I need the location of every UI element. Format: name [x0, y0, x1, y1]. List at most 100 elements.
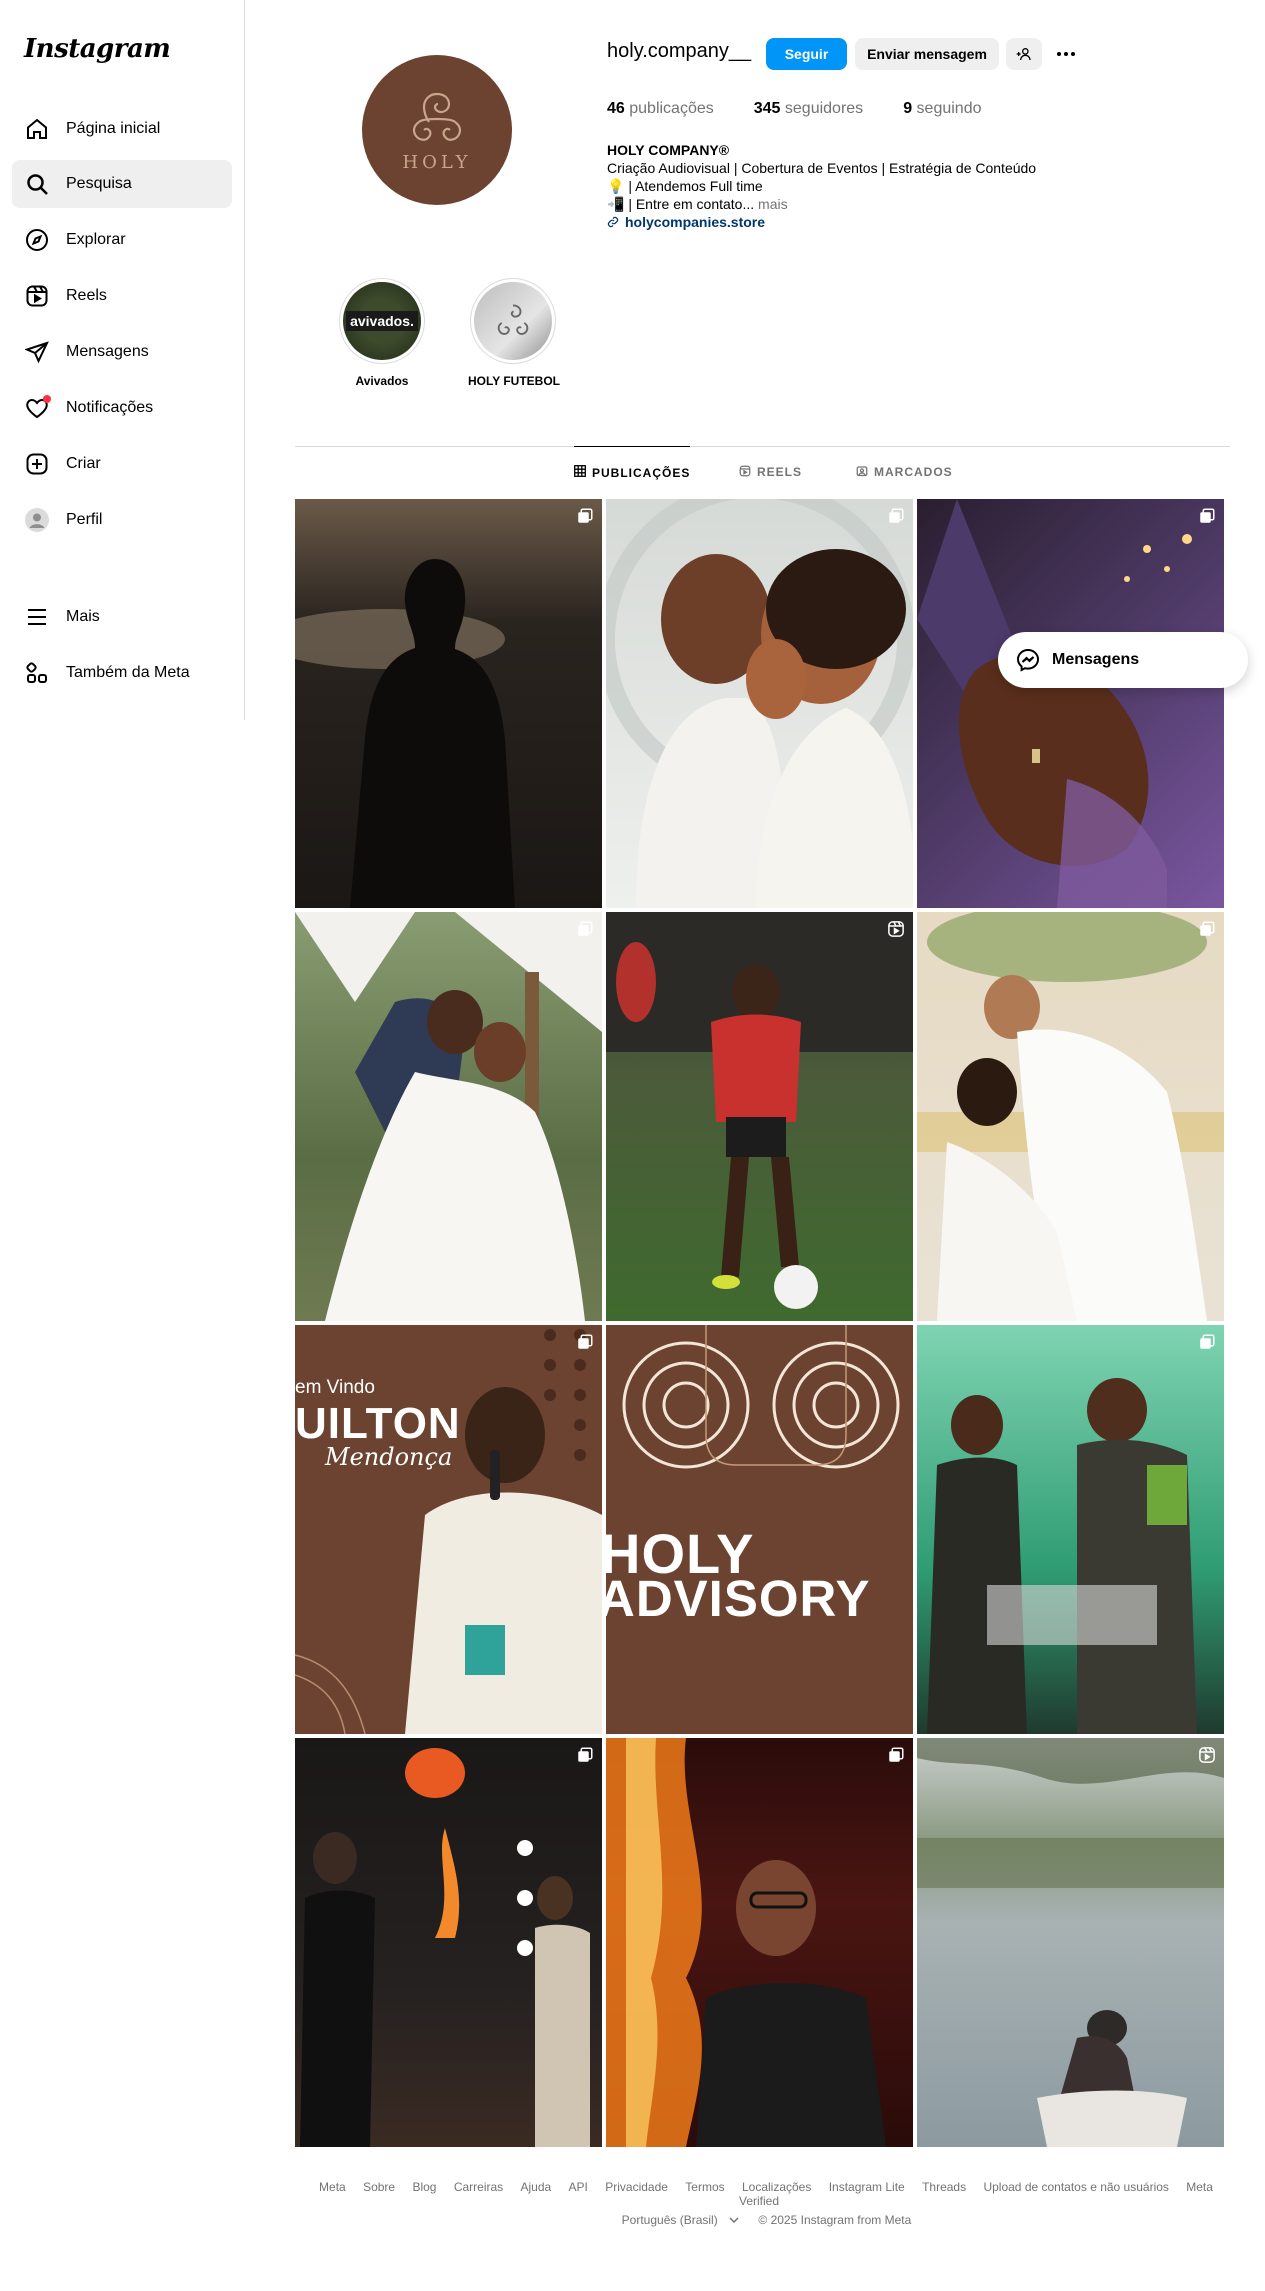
reels-icon: [739, 465, 751, 480]
avatar-brand-text: HOLY: [402, 151, 472, 173]
sidebar: Instagram Página inicial Pesquisa Explor…: [0, 0, 245, 720]
following-stat[interactable]: 9 seguindo: [903, 100, 981, 118]
search-icon: [24, 171, 50, 197]
send-icon: [24, 339, 50, 365]
footer-bottom: Português (Brasil) © 2025 Instagram from…: [295, 2213, 1230, 2227]
follow-button[interactable]: Seguir: [766, 38, 847, 70]
footer-link[interactable]: API: [569, 2180, 588, 2194]
post-tile[interactable]: [917, 912, 1224, 1321]
floating-messages-button[interactable]: Mensagens: [998, 632, 1248, 688]
sidebar-item-label: Reels: [66, 287, 107, 304]
post-overlay-subtitle: Mendonça: [325, 1443, 453, 1471]
language-selector[interactable]: Português (Brasil): [614, 2213, 739, 2227]
footer-link[interactable]: Upload de contatos e não usuários: [983, 2180, 1168, 2194]
sidebar-item-label: Página inicial: [66, 120, 161, 137]
language-label: Português (Brasil): [621, 2213, 718, 2227]
footer-link[interactable]: Meta: [319, 2180, 346, 2194]
post-image: [295, 559, 515, 908]
footer-link[interactable]: Termos: [685, 2180, 724, 2194]
followers-stat[interactable]: 345 seguidores: [754, 100, 863, 118]
carousel-icon: [1200, 1334, 1215, 1349]
reels-icon: [888, 921, 904, 937]
footer-link[interactable]: Blog: [412, 2180, 436, 2194]
post-tile[interactable]: [295, 912, 602, 1321]
sidebar-item-label: Notificações: [66, 399, 154, 416]
sidebar-item-reels[interactable]: Reels: [12, 272, 232, 320]
post-tile[interactable]: [917, 1325, 1224, 1734]
carousel-icon: [1200, 921, 1215, 936]
post-tile[interactable]: [606, 499, 913, 908]
post-tile[interactable]: em Vindo UILTON Mendonça: [295, 1325, 602, 1734]
footer-link[interactable]: Sobre: [363, 2180, 395, 2194]
highlight-label: Avivados: [355, 374, 409, 388]
sidebar-item-profile[interactable]: Perfil: [12, 496, 232, 544]
sidebar-item-label: Perfil: [66, 511, 103, 528]
footer-link[interactable]: Instagram Lite: [829, 2180, 905, 2194]
carousel-icon: [578, 1747, 593, 1762]
tab-label: PUBLICAÇÕES: [592, 465, 691, 480]
highlight-avivados[interactable]: avivados. Avivados: [337, 278, 427, 388]
compass-icon: [24, 227, 50, 253]
post-image: [917, 912, 1224, 1321]
instagram-logo[interactable]: Instagram: [24, 34, 171, 64]
post-tile[interactable]: [917, 499, 1224, 908]
carousel-icon: [1200, 508, 1215, 523]
sidebar-item-more[interactable]: Mais: [12, 593, 232, 641]
post-image: [606, 912, 913, 1309]
profile-bio: HOLY COMPANY® Criação Audiovisual | Cobe…: [607, 141, 1036, 231]
suggest-user-button[interactable]: [1006, 38, 1042, 70]
carousel-icon: [889, 1747, 904, 1762]
post-image: [606, 1738, 886, 2147]
bio-website-link[interactable]: holycompanies.store: [625, 213, 765, 231]
sidebar-item-home[interactable]: Página inicial: [12, 105, 232, 153]
profile-avatar[interactable]: HOLY: [362, 55, 512, 205]
sidebar-item-label: Criar: [66, 455, 101, 472]
sidebar-item-create[interactable]: Criar: [12, 440, 232, 488]
post-image: [927, 1378, 1197, 1734]
bio-line: Criação Audiovisual | Cobertura de Event…: [607, 160, 1037, 176]
footer-link[interactable]: Threads: [922, 2180, 966, 2194]
highlight-label: HOLY FUTEBOL: [468, 374, 561, 388]
post-tile[interactable]: [917, 1738, 1224, 2147]
carousel-icon: [578, 1334, 593, 1349]
footer-link[interactable]: Ajuda: [521, 2180, 552, 2194]
menu-icon: [24, 604, 50, 630]
send-message-button[interactable]: Enviar mensagem: [855, 38, 999, 70]
bio-more-link[interactable]: mais: [758, 196, 788, 212]
floating-messages-label: Mensagens: [1052, 651, 1140, 668]
tab-posts[interactable]: PUBLICAÇÕES: [574, 446, 691, 498]
posts-stat: 46 publicações: [607, 100, 714, 117]
sidebar-item-search[interactable]: Pesquisa: [12, 160, 232, 208]
messenger-icon: [1016, 648, 1040, 672]
tab-tagged[interactable]: MARCADOS: [856, 446, 953, 498]
sidebar-item-notifications[interactable]: Notificações: [12, 384, 232, 432]
footer-link[interactable]: Privacidade: [605, 2180, 668, 2194]
footer-link[interactable]: Carreiras: [454, 2180, 503, 2194]
sidebar-item-messages[interactable]: Mensagens: [12, 328, 232, 376]
highlight-ring: [470, 278, 556, 364]
notification-dot: [43, 395, 51, 403]
post-tile[interactable]: [606, 1738, 913, 2147]
bio-name: HOLY COMPANY®: [607, 142, 730, 158]
post-overlay-text: em Vindo: [295, 1377, 375, 1398]
post-image: [295, 912, 602, 1321]
post-tile[interactable]: [606, 912, 913, 1321]
post-tile[interactable]: HOLY ADVISORY: [606, 1325, 913, 1734]
sidebar-item-meta[interactable]: Também da Meta: [12, 649, 232, 697]
highlight-cover: [474, 282, 552, 360]
highlight-holy-futebol[interactable]: HOLY FUTEBOL: [468, 278, 561, 388]
sidebar-item-label: Pesquisa: [66, 175, 132, 192]
carousel-icon: [889, 508, 904, 523]
post-tile[interactable]: [295, 499, 602, 908]
highlight-cover: avivados.: [343, 282, 421, 360]
reels-icon: [24, 283, 50, 309]
footer-link[interactable]: Localizações: [742, 2180, 811, 2194]
sidebar-item-explore[interactable]: Explorar: [12, 216, 232, 264]
options-button[interactable]: [1050, 38, 1082, 70]
sidebar-item-label: Explorar: [66, 231, 126, 248]
avatar-icon: [24, 507, 50, 533]
carousel-icon: [578, 508, 593, 523]
tab-reels[interactable]: REELS: [739, 446, 802, 498]
highlight-ring: avivados.: [339, 278, 425, 364]
post-tile[interactable]: [295, 1738, 602, 2147]
